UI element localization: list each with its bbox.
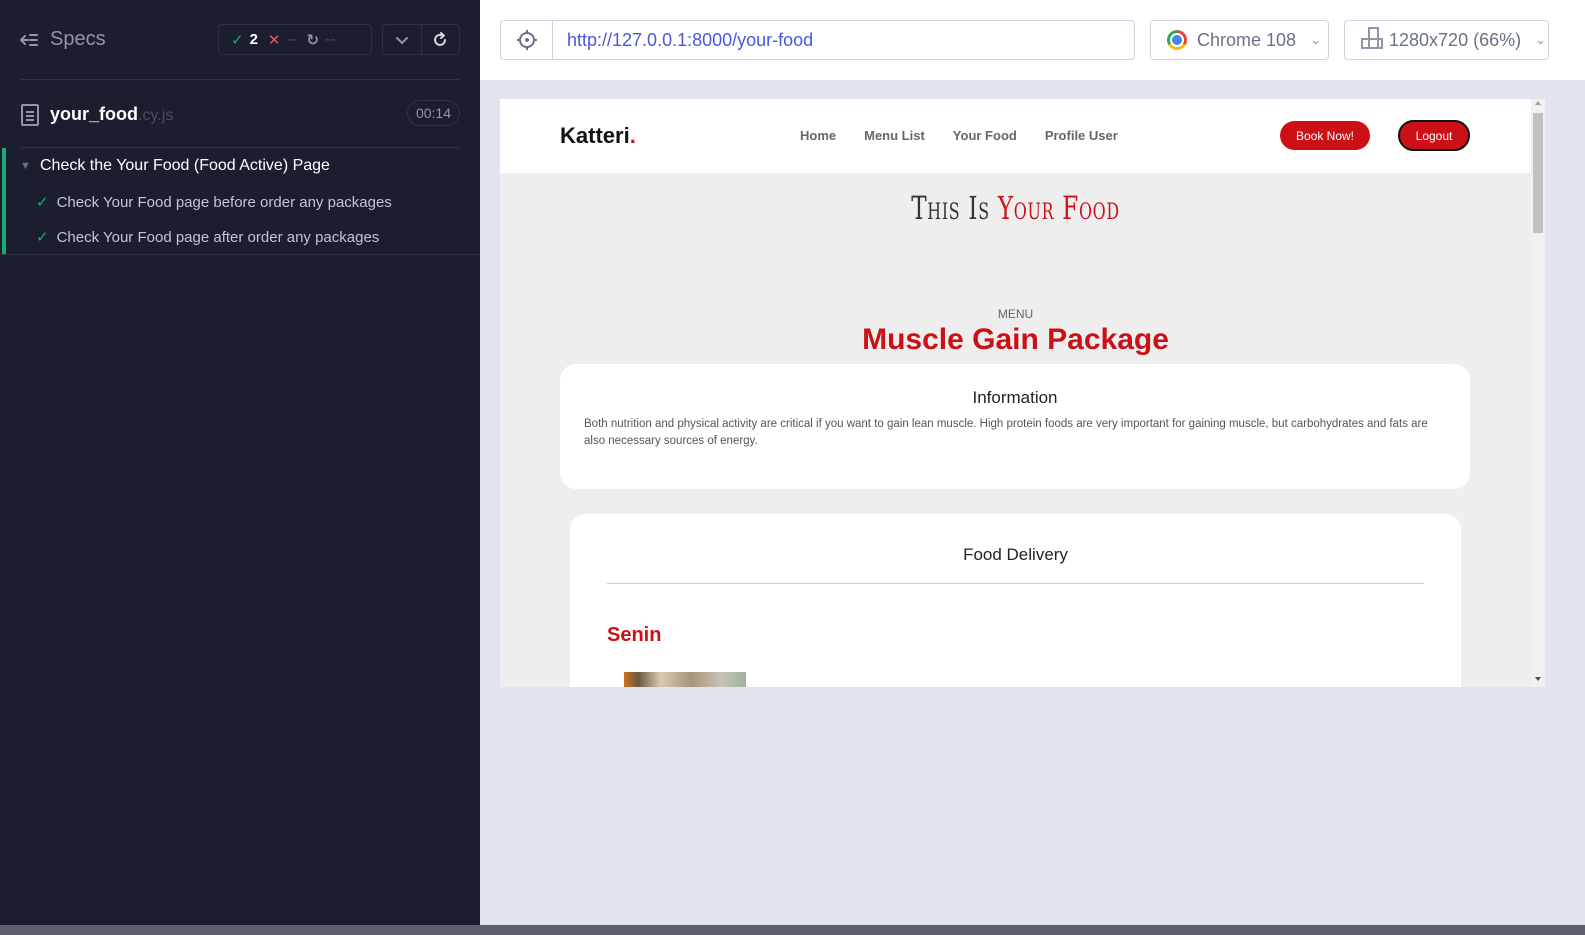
chrome-icon <box>1167 30 1187 50</box>
reporter-panel: Specs ✓ 2 ✕ -- ↻ -- your_food.cy.js 00:1… <box>0 0 480 925</box>
suite-title-row[interactable]: ▼ Check the Your Food (Food Active) Page <box>20 157 330 175</box>
test-row[interactable]: ✓ Check Your Food page after order any p… <box>36 228 380 247</box>
scroll-up-arrow[interactable] <box>1535 101 1541 105</box>
header-divider <box>20 79 460 80</box>
spec-filename: your_food.cy.js <box>50 104 173 125</box>
spec-duration: 00:14 <box>407 100 460 126</box>
spec-name-text: your_food <box>50 104 138 124</box>
test-row[interactable]: ✓ Check Your Food page before order any … <box>36 193 392 212</box>
suite-block: ▼ Check the Your Food (Food Active) Page… <box>0 148 480 255</box>
stat-passed: ✓ 2 <box>231 31 258 49</box>
information-heading: Information <box>972 388 1058 407</box>
file-icon <box>21 104 39 126</box>
stat-pending: ↻ -- <box>307 31 336 49</box>
chevron-down-icon: ▼ <box>20 160 31 172</box>
rerun-button[interactable] <box>420 25 459 54</box>
specs-button[interactable]: Specs <box>20 28 106 51</box>
nav-link-home[interactable]: Home <box>800 128 836 143</box>
check-icon: ✓ <box>36 194 49 211</box>
stat-failed: ✕ -- <box>268 31 297 49</box>
scroll-down-arrow[interactable] <box>1535 677 1541 681</box>
day-title: Senin <box>607 624 662 646</box>
chevron-down-icon: ⌄ <box>1535 32 1546 47</box>
passed-count: 2 <box>249 31 258 48</box>
crosshair-icon <box>516 30 537 50</box>
list-collapse-icon <box>20 33 38 46</box>
refresh-icon <box>434 31 447 46</box>
page-title-prefix: This Is <box>911 189 998 227</box>
information-card: Information Both nutrition and physical … <box>560 364 1470 489</box>
failed-count: -- <box>286 31 297 48</box>
url-bar[interactable]: http://127.0.0.1:8000/your-food <box>552 20 1135 60</box>
spec-file-row[interactable]: your_food.cy.js 00:14 <box>0 96 480 136</box>
pending-count: -- <box>325 31 336 48</box>
menu-label: MENU <box>997 307 1034 321</box>
reporter-header: Specs ✓ 2 ✕ -- ↻ -- <box>0 0 480 80</box>
viewport-select[interactable]: 1280x720 (66%) ⌄ <box>1344 20 1549 60</box>
food-image <box>624 672 746 687</box>
logo-dot: . <box>629 123 636 148</box>
nav-links: Home Menu List Your Food Profile User <box>800 128 1118 143</box>
collapse-all-button[interactable] <box>383 25 421 54</box>
logout-button[interactable]: Logout <box>1398 120 1470 151</box>
check-icon: ✓ <box>231 31 244 49</box>
scrollbar-thumb[interactable] <box>1533 113 1543 233</box>
selector-playground-button[interactable] <box>500 20 552 60</box>
close-icon: ✕ <box>267 31 281 49</box>
test-title: Check Your Food page after order any pac… <box>56 228 380 246</box>
test-stats: ✓ 2 ✕ -- ↻ -- <box>218 24 372 55</box>
run-controls <box>382 24 460 55</box>
information-text: Both nutrition and physical activity are… <box>584 418 1428 447</box>
book-now-button[interactable]: Book Now! <box>1280 121 1370 150</box>
nav-link-your-food[interactable]: Your Food <box>953 128 1017 143</box>
viewport-label: 1280x720 (66%) <box>1389 29 1522 50</box>
suite-pass-indicator <box>2 148 6 254</box>
check-icon: ✓ <box>36 229 49 246</box>
test-title: Check Your Food page before order any pa… <box>56 193 392 211</box>
nav-link-profile-user[interactable]: Profile User <box>1045 128 1118 143</box>
nav-link-menu-list[interactable]: Menu List <box>864 128 925 143</box>
scrollbar[interactable] <box>1531 99 1545 687</box>
chevron-down-icon <box>395 36 408 44</box>
package-title: Muscle Gain Package <box>862 323 1169 356</box>
window-bottom-edge <box>0 925 1585 935</box>
page-title-highlight: Your Food <box>997 189 1120 227</box>
food-delivery-heading: Food Delivery <box>963 545 1068 564</box>
site-logo[interactable]: Katteri. <box>560 123 636 149</box>
spinner-icon: ↻ <box>306 31 320 49</box>
suite-title: Check the Your Food (Food Active) Page <box>40 157 330 174</box>
aut-panel: http://127.0.0.1:8000/your-food Chrome 1… <box>480 0 1585 925</box>
aut-iframe: Katteri. Home Menu List Your Food Profil… <box>500 99 1545 687</box>
page-title: This Is Your Food <box>644 189 1386 227</box>
ruler-icon <box>1361 27 1383 49</box>
specs-label: Specs <box>50 28 106 50</box>
logo-text: Katteri <box>560 123 630 148</box>
browser-label: Chrome 108 <box>1197 29 1297 50</box>
site-navbar: Katteri. Home Menu List Your Food Profil… <box>500 99 1531 173</box>
divider <box>607 583 1424 584</box>
chevron-down-icon: ⌄ <box>1310 32 1321 47</box>
food-delivery-card: Food Delivery Senin <box>570 514 1461 687</box>
aut-header: http://127.0.0.1:8000/your-food Chrome 1… <box>480 0 1585 80</box>
browser-select[interactable]: Chrome 108 ⌄ <box>1150 20 1329 60</box>
spec-extension: .cy.js <box>138 107 174 124</box>
